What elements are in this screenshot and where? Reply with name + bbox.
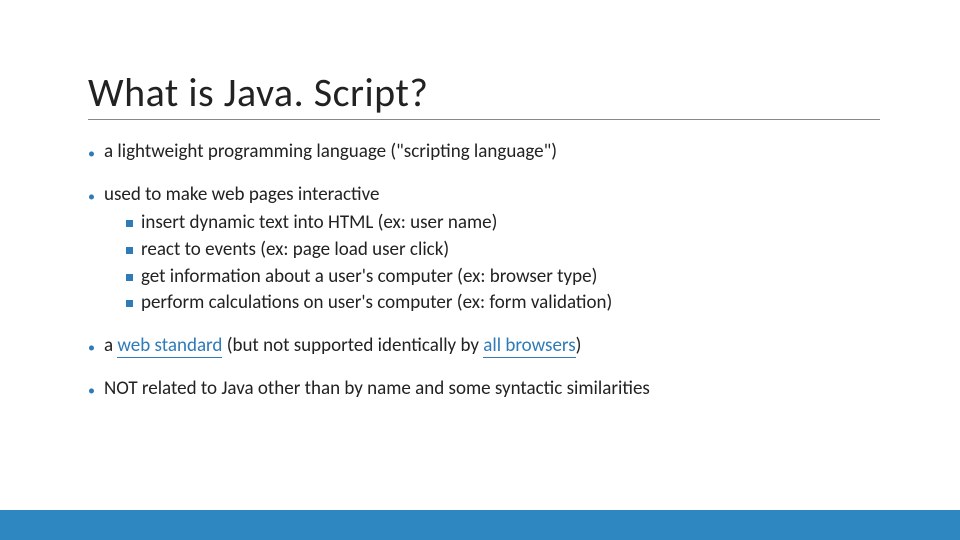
bullet-item: • a lightweight programming language ("s… <box>88 140 880 165</box>
bullet-text: a lightweight programming language ("scr… <box>104 140 557 165</box>
sub-bullet-text: react to events (ex: page load user clic… <box>141 238 449 263</box>
sub-bullet-text: perform calculations on user's computer … <box>141 291 612 316</box>
sub-bullet-text: get information about a user's computer … <box>141 265 597 290</box>
square-icon <box>126 274 133 281</box>
sub-bullet-item: insert dynamic text into HTML (ex: user … <box>126 211 880 236</box>
bullet-item: • a web standard (but not supported iden… <box>88 334 880 359</box>
bullet-icon: • <box>88 382 95 400</box>
sub-bullet-text: insert dynamic text into HTML (ex: user … <box>141 211 497 236</box>
bullet-icon: • <box>88 339 95 357</box>
square-icon <box>126 220 133 227</box>
bullet-item: • NOT related to Java other than by name… <box>88 377 880 402</box>
square-icon <box>126 247 133 254</box>
bullet-text: a web standard (but not supported identi… <box>104 334 581 359</box>
bullet-icon: • <box>88 145 95 163</box>
link-all-browsers[interactable]: all browsers <box>483 334 575 358</box>
bullet-icon: • <box>88 188 95 206</box>
bullet-text: used to make web pages interactive <box>104 183 379 208</box>
footer-bar <box>0 510 960 540</box>
bullet-text: NOT related to Java other than by name a… <box>104 377 650 402</box>
bullet-item: • used to make web pages interactive <box>88 183 880 208</box>
square-icon <box>126 300 133 307</box>
sub-bullet-list: insert dynamic text into HTML (ex: user … <box>126 211 880 316</box>
sub-bullet-item: perform calculations on user's computer … <box>126 291 880 316</box>
sub-bullet-item: react to events (ex: page load user clic… <box>126 238 880 263</box>
link-web-standard[interactable]: web standard <box>117 334 222 358</box>
bullet-list: • a lightweight programming language ("s… <box>88 140 880 402</box>
sub-bullet-item: get information about a user's computer … <box>126 265 880 290</box>
slide-title: What is Java. Script? <box>88 68 880 120</box>
